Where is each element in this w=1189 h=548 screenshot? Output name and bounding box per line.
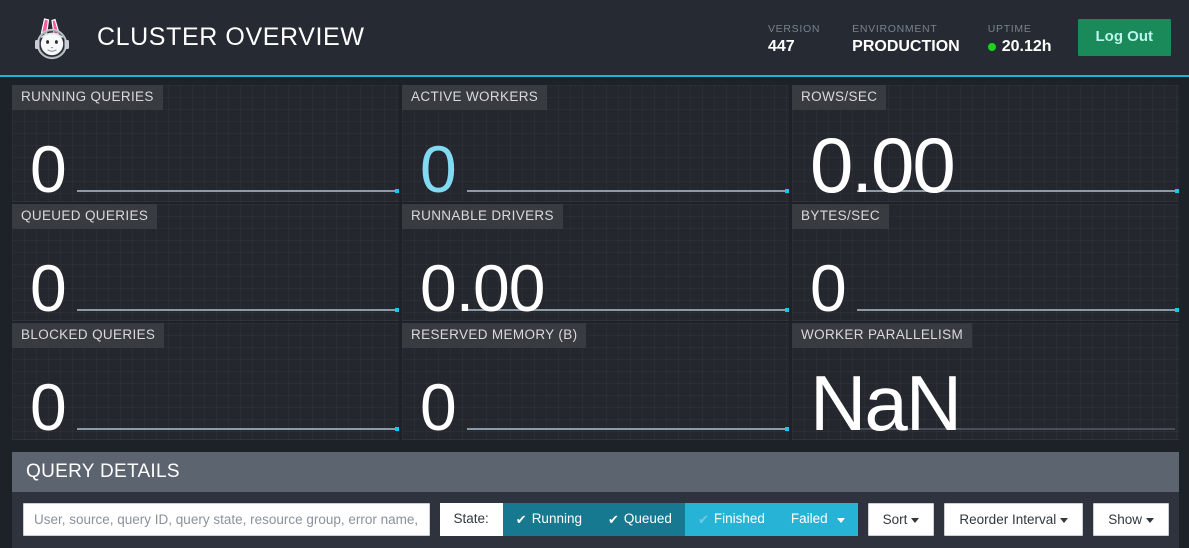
show-dropdown-label: Show — [1108, 512, 1142, 527]
query-details-toolbar: State: ✔ Running ✔ Queued ✔ Finished Fai… — [12, 492, 1179, 548]
stat-card-value: NaN — [810, 359, 962, 440]
sort-dropdown-label: Sort — [882, 512, 908, 527]
stat-card-label: QUEUED QUERIES — [12, 204, 158, 229]
stat-column-3: ROWS/SEC 0.00 BYTES/SEC 0 WORKER PARALLE… — [792, 85, 1189, 440]
chevron-down-icon — [836, 518, 845, 523]
trino-bunny-helmet-logo-icon — [28, 13, 78, 63]
stat-column-1: RUNNING QUERIES 0 QUEUED QUERIES 0 BLOCK… — [0, 85, 399, 440]
state-filter-label-text: Queued — [623, 511, 672, 527]
header-stat-uptime: UPTIME 20.12h — [987, 20, 1052, 56]
sparkline — [77, 308, 399, 312]
stat-column-2: ACTIVE WORKERS 0 RUNNABLE DRIVERS 0.00 R… — [402, 85, 789, 440]
stat-card-value: 0.00 — [810, 121, 956, 202]
chevron-down-icon — [1060, 518, 1069, 523]
version-value: 447 — [767, 38, 795, 56]
stat-card-label: BLOCKED QUERIES — [12, 323, 165, 348]
sparkline-line — [467, 190, 785, 192]
reorder-interval-dropdown[interactable]: Reorder Interval — [944, 503, 1084, 536]
stat-card-value: 0 — [420, 132, 457, 202]
page-title: CLUSTER OVERVIEW — [97, 23, 365, 51]
sparkline — [857, 308, 1179, 312]
stat-card-label: RESERVED MEMORY (B) — [402, 323, 587, 348]
stat-card-value: 0 — [420, 370, 457, 440]
show-dropdown[interactable]: Show — [1093, 503, 1169, 536]
sparkline-endpoint-dot — [785, 189, 789, 193]
chevron-down-icon — [911, 518, 920, 523]
header-stat-version: VERSION 447 — [768, 20, 820, 56]
stat-card-value: 0.00 — [420, 251, 545, 321]
uptime-value-wrap: 20.12h — [987, 38, 1052, 56]
check-icon: ✔ — [607, 512, 619, 527]
sparkline — [77, 427, 399, 431]
reorder-interval-dropdown-label: Reorder Interval — [959, 512, 1057, 527]
brand: CLUSTER OVERVIEW — [0, 13, 365, 63]
sparkline-endpoint-dot — [395, 189, 399, 193]
query-details-heading: QUERY DETAILS — [12, 452, 1179, 492]
check-icon: ✔ — [515, 512, 527, 527]
state-filter-queued[interactable]: ✔ Queued — [594, 503, 685, 536]
state-filter-label-text: Failed — [790, 511, 828, 527]
sparkline — [77, 189, 399, 193]
stat-card-label: BYTES/SEC — [792, 204, 889, 229]
stat-card-grid: RUNNING QUERIES 0 QUEUED QUERIES 0 BLOCK… — [0, 77, 1189, 440]
sparkline-line — [467, 428, 785, 430]
stat-card-runnable-drivers: RUNNABLE DRIVERS 0.00 — [402, 204, 789, 321]
stat-card-active-workers: ACTIVE WORKERS 0 — [402, 85, 789, 202]
sparkline-line — [77, 428, 395, 430]
stat-card-label: RUNNABLE DRIVERS — [402, 204, 563, 229]
cluster-overview-page: CLUSTER OVERVIEW VERSION 447 ENVIRONMENT… — [0, 0, 1189, 548]
uptime-label: UPTIME — [987, 22, 1032, 35]
environment-value: PRODUCTION — [852, 38, 960, 56]
sparkline-endpoint-dot — [1175, 308, 1179, 312]
stat-card-value: 0 — [30, 132, 67, 202]
state-filter-label-text: Finished — [713, 511, 765, 527]
logout-button[interactable]: Log Out — [1077, 19, 1171, 56]
stat-card-label: ACTIVE WORKERS — [402, 85, 548, 110]
state-filter-failed[interactable]: Failed — [777, 503, 858, 536]
chevron-down-icon — [1146, 518, 1154, 523]
stat-card-queued-queries: QUEUED QUERIES 0 — [12, 204, 399, 321]
header-stat-environment: ENVIRONMENT PRODUCTION — [852, 20, 960, 56]
sparkline-line — [77, 309, 395, 311]
sparkline-endpoint-dot — [395, 308, 399, 312]
state-filter-label: State: — [439, 503, 503, 536]
sparkline-endpoint-dot — [785, 308, 789, 312]
app-header: CLUSTER OVERVIEW VERSION 447 ENVIRONMENT… — [0, 0, 1189, 77]
query-search-input[interactable] — [23, 503, 430, 536]
sparkline-endpoint-dot — [395, 427, 399, 431]
sparkline-line — [857, 309, 1175, 311]
sparkline — [467, 427, 789, 431]
sort-dropdown[interactable]: Sort — [867, 503, 935, 536]
stat-card-blocked-queries: BLOCKED QUERIES 0 — [12, 323, 399, 440]
state-filter-group: State: ✔ Running ✔ Queued ✔ Finished Fai… — [439, 503, 858, 536]
stat-card-label: WORKER PARALLELISM — [792, 323, 973, 348]
state-filter-label-text: Running — [531, 511, 582, 527]
stat-card-reserved-memory: RESERVED MEMORY (B) 0 — [402, 323, 789, 440]
stat-card-bytes-per-sec: BYTES/SEC 0 — [792, 204, 1179, 321]
stat-card-value: 0 — [30, 251, 67, 321]
sparkline — [467, 189, 789, 193]
header-status-group: VERSION 447 ENVIRONMENT PRODUCTION UPTIM… — [768, 0, 1177, 75]
uptime-value: 20.12h — [1001, 38, 1052, 56]
stat-card-rows-per-sec: ROWS/SEC 0.00 — [792, 85, 1179, 202]
state-filter-running[interactable]: ✔ Running — [502, 503, 595, 536]
check-icon: ✔ — [697, 512, 709, 527]
stat-card-label: RUNNING QUERIES — [12, 85, 163, 110]
status-dot-icon — [987, 43, 996, 52]
sparkline-line — [77, 190, 395, 192]
version-label: VERSION — [767, 22, 821, 35]
stat-card-value: 0 — [30, 370, 67, 440]
sparkline-endpoint-dot — [1175, 189, 1179, 193]
query-details-panel: QUERY DETAILS State: ✔ Running ✔ Queued … — [0, 440, 1189, 548]
state-filter-finished[interactable]: ✔ Finished — [684, 503, 778, 536]
sparkline-endpoint-dot — [785, 427, 789, 431]
stat-card-value: 0 — [810, 251, 847, 321]
environment-label: ENVIRONMENT — [852, 22, 938, 35]
stat-card-running-queries: RUNNING QUERIES 0 — [12, 85, 399, 202]
stat-card-label: ROWS/SEC — [792, 85, 887, 110]
stat-card-worker-parallelism: WORKER PARALLELISM NaN — [792, 323, 1179, 440]
